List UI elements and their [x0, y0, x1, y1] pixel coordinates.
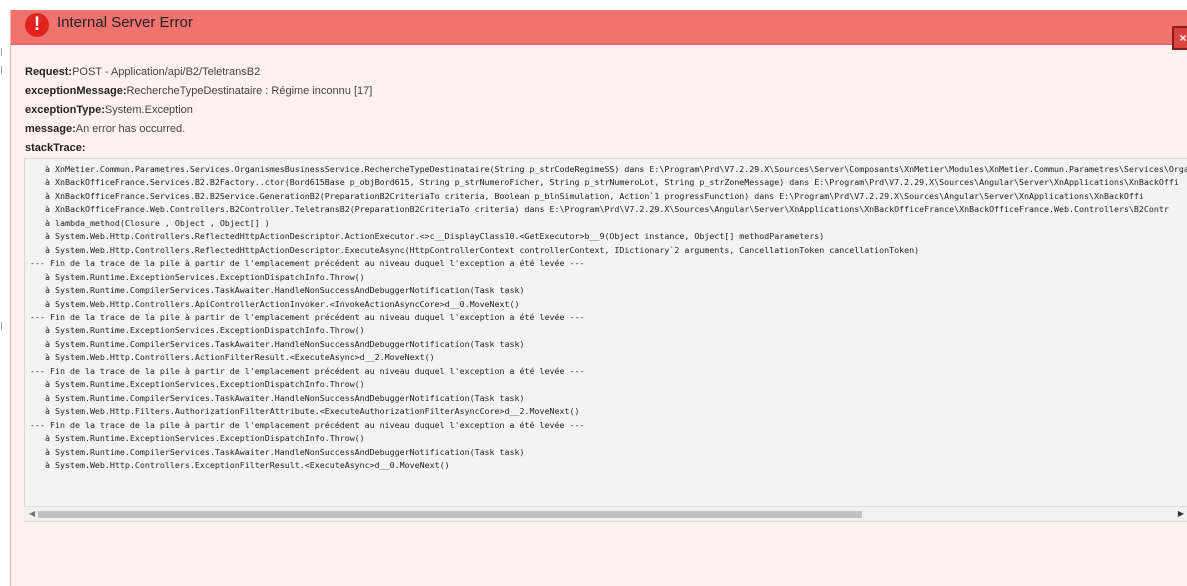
request-label: Request: [25, 66, 73, 78]
stack-trace-line: à System.Runtime.ExceptionServices.Excep… [30, 325, 365, 336]
stack-trace-line: à System.Runtime.ExceptionServices.Excep… [30, 271, 365, 282]
stack-trace-line: à lambda_method(Closure , Object , Objec… [30, 217, 270, 228]
stack-trace-line: à System.Web.Http.Controllers.ActionFilt… [30, 352, 435, 363]
stack-trace-panel[interactable]: à XnMetier.Commun.Parametres.Services.Or… [24, 158, 1187, 522]
stack-trace-line: à System.Runtime.CompilerServices.TaskAw… [30, 285, 525, 296]
error-title: Internal Server Error [57, 14, 193, 31]
error-header: ! Internal Server Error × [11, 10, 1187, 50]
scroll-left-icon[interactable]: ◀ [29, 509, 35, 518]
edge-marker [1, 48, 8, 56]
exclamation-icon: ! [25, 13, 49, 37]
message-field: message:An error has occurred. [25, 120, 1175, 139]
stack-trace-line: à XnBackOfficeFrance.Services.B2.B2Servi… [30, 190, 1144, 201]
stack-trace-separator: --- Fin de la trace de la pile à partir … [30, 419, 585, 430]
stack-trace-line: à System.Runtime.ExceptionServices.Excep… [30, 433, 365, 444]
message-value: An error has occurred. [75, 123, 186, 135]
stack-trace-line: à System.Web.Http.Filters.AuthorizationF… [30, 406, 580, 417]
left-window-edge [0, 0, 10, 586]
stack-trace-line: à XnMetier.Commun.Parametres.Services.Or… [30, 164, 1187, 174]
exception-message-label: exceptionMessage: [25, 85, 127, 97]
stack-trace-line: à System.Web.Http.Controllers.ApiControl… [30, 298, 520, 309]
error-details: Request:POST - Application/api/B2/Teletr… [25, 63, 1175, 158]
exception-message-field: exceptionMessage:RechercheTypeDestinatai… [25, 82, 1175, 101]
stack-trace-label: stackTrace: [25, 142, 86, 154]
exception-type-value: System.Exception [104, 104, 193, 116]
scroll-right-icon[interactable]: ▶ [1178, 509, 1184, 518]
close-button[interactable]: × [1172, 26, 1187, 50]
horizontal-scrollbar[interactable]: ◀ ▶ [24, 506, 1187, 521]
exception-type-label: exceptionType: [25, 104, 105, 116]
request-value: POST - Application/api/B2/TeletransB2 [72, 66, 261, 78]
stack-trace-line: à System.Runtime.CompilerServices.TaskAw… [30, 338, 525, 349]
stack-trace-line: à XnBackOfficeFrance.Web.Controllers.B2C… [30, 204, 1169, 215]
stack-trace-field: stackTrace: [25, 139, 1175, 158]
stack-trace-line: à System.Runtime.CompilerServices.TaskAw… [30, 446, 525, 457]
exception-type-field: exceptionType:System.Exception [25, 101, 1175, 120]
stack-trace-line: à System.Runtime.ExceptionServices.Excep… [30, 379, 365, 390]
stack-trace-text: à XnMetier.Commun.Parametres.Services.Or… [25, 159, 1187, 472]
scrollbar-thumb[interactable] [38, 511, 862, 518]
stack-trace-line: à System.Web.Http.Controllers.ExceptionF… [30, 459, 450, 470]
stack-trace-line: à System.Web.Http.Controllers.ReflectedH… [30, 231, 825, 242]
stack-trace-separator: --- Fin de la trace de la pile à partir … [30, 365, 585, 376]
stack-trace-separator: --- Fin de la trace de la pile à partir … [30, 258, 585, 269]
stack-trace-line: à System.Runtime.CompilerServices.TaskAw… [30, 392, 525, 403]
stack-trace-separator: --- Fin de la trace de la pile à partir … [30, 311, 585, 322]
exception-message-value: RechercheTypeDestinataire : Régime incon… [126, 85, 373, 97]
message-label: message: [25, 123, 76, 135]
stack-trace-line: à XnBackOfficeFrance.Services.B2.B2Facto… [30, 177, 1179, 188]
request-field: Request:POST - Application/api/B2/Teletr… [25, 63, 1175, 82]
edge-marker [1, 322, 8, 330]
stack-trace-line: à System.Web.Http.Controllers.ReflectedH… [30, 244, 920, 255]
edge-marker [1, 66, 8, 74]
error-dialog: ! Internal Server Error × Request:POST -… [10, 10, 1187, 586]
